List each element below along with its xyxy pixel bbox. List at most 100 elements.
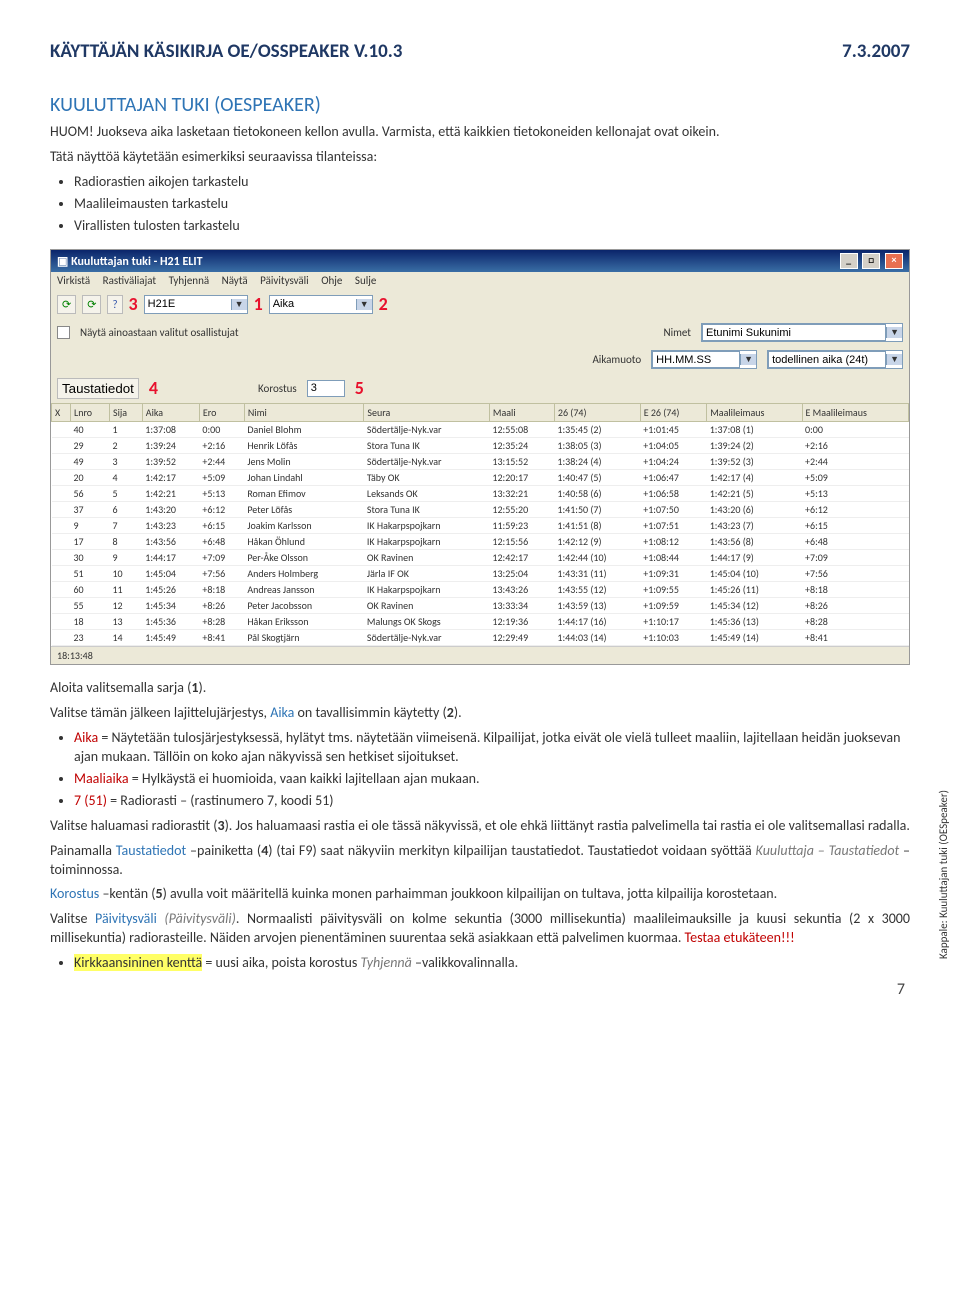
cell: OK Ravinen [364,598,490,614]
col-header[interactable]: Nimi [244,404,364,422]
menu-item[interactable]: Rastiväliajat [103,274,156,287]
table-row[interactable]: 23141:45:49+8:41Pål SkogtjärnSödertälje-… [52,630,909,646]
show-only-label: Näytä ainoastaan valitut osallistujat [80,326,239,339]
paragraph: Valitse tämän jälkeen lajittelujärjestys… [50,704,910,723]
table-row[interactable]: 55121:45:34+8:26Peter JacobssonOK Ravine… [52,598,909,614]
col-header[interactable]: 26 (74) [554,404,640,422]
cell: +6:12 [802,502,908,518]
cell: 1:39:52 (3) [707,454,802,470]
aika-input[interactable] [270,297,356,312]
cell: Johan Lindahl [244,470,364,486]
col-header[interactable]: Sija [109,404,142,422]
list-item: Virallisten tulosten tarkastelu [74,217,910,236]
menu-item[interactable]: Näytä [222,274,248,287]
chevron-down-icon[interactable]: ▼ [886,327,902,338]
table-row[interactable]: 4011:37:080:00Daniel BlohmSödertälje-Nyk… [52,422,909,438]
cell [52,614,71,630]
table-row[interactable]: 3091:44:17+7:09Per-Åke OlssonOK Ravinen1… [52,550,909,566]
help-icon[interactable]: ? [107,295,122,314]
ref-5: 5 [156,885,163,902]
toolbar-row-3: Aikamuoto ▼ ▼ [51,346,909,373]
class-combo[interactable]: ▼ [144,295,248,314]
taustatiedot-button[interactable]: Taustatiedot [57,378,139,399]
korostus-input[interactable] [307,380,345,397]
table-row[interactable]: 3761:43:20+6:12Peter LöfåsStora Tuna IK1… [52,502,909,518]
cell: 1:45:26 [142,582,199,598]
show-only-checkbox[interactable] [57,326,70,339]
paragraph: Painamalla Taustatiedot –painiketta (4) … [50,842,910,880]
aika-combo[interactable]: ▼ [269,295,373,314]
cell [52,422,71,438]
bullet-list: Aika = Näytetään tulosjärjestyksessä, hy… [74,729,910,811]
table-row[interactable]: 51101:45:04+7:56Anders HolmbergJärla IF … [52,566,909,582]
cell: +8:41 [199,630,244,646]
cell: Södertälje-Nyk.var [364,422,490,438]
toolbar-row-2: Näytä ainoastaan valitut osallistujat Ni… [51,319,909,346]
table-row[interactable]: 5651:42:21+5:13Roman EfimovLeksands OK13… [52,486,909,502]
cell: 11:59:23 [489,518,554,534]
col-header[interactable]: Maalileimaus [707,404,802,422]
nimet-combo[interactable]: ▼ [701,323,903,342]
menu-item[interactable]: Päivitysväli [260,274,309,287]
table-row[interactable]: 1781:43:56+6:48Håkan ÖhlundIK Hakarpspoj… [52,534,909,550]
refresh-icon[interactable]: ⟳ [57,295,76,314]
col-header[interactable]: E Maalileimaus [802,404,908,422]
cell: 13 [109,614,142,630]
col-header[interactable]: Lnro [70,404,109,422]
aikamuoto-opt-combo[interactable]: ▼ [767,350,903,369]
cell [52,518,71,534]
table-row[interactable]: 971:43:23+6:15Joakim KarlssonIK Hakarpsp… [52,518,909,534]
col-header[interactable]: X [52,404,71,422]
nimet-input[interactable] [702,324,886,341]
col-header[interactable]: Aika [142,404,199,422]
menu-item[interactable]: Tyhjennä [169,274,210,287]
aikamuoto-input[interactable] [652,351,740,368]
cell: 1:44:17 (16) [554,614,640,630]
cell: 1:37:08 (1) [707,422,802,438]
cell: +8:18 [802,582,908,598]
chevron-down-icon[interactable]: ▼ [231,299,247,310]
minimize-button[interactable]: _ [840,253,858,269]
menu-item[interactable]: Sulje [355,274,376,287]
cell: 1:43:23 [142,518,199,534]
cell: 1:43:23 (7) [707,518,802,534]
aikamuoto-opt[interactable] [768,351,886,368]
refresh-icon[interactable]: ⟳ [82,295,101,314]
cell: 1:37:08 [142,422,199,438]
col-header[interactable]: E 26 (74) [640,404,707,422]
cell: +5:13 [802,486,908,502]
status-time: 18:13:48 [57,649,93,662]
maximize-button[interactable]: □ [862,253,880,269]
cell: 1:45:26 (11) [707,582,802,598]
table-row[interactable]: 2041:42:17+5:09Johan LindahlTäby OK12:20… [52,470,909,486]
cell: 29 [70,438,109,454]
cell: 2 [109,438,142,454]
aikamuoto-combo[interactable]: ▼ [651,350,757,369]
cell: Håkan Öhlund [244,534,364,550]
chevron-down-icon[interactable]: ▼ [740,354,756,365]
page-number: 7 [897,980,905,999]
col-header[interactable]: Seura [364,404,490,422]
chevron-down-icon[interactable]: ▼ [356,299,372,310]
cell: +8:41 [802,630,908,646]
cell: 1:39:24 (2) [707,438,802,454]
cell: 1:41:50 (7) [554,502,640,518]
cell: +6:48 [802,534,908,550]
table-row[interactable]: 2921:39:24+2:16Henrik LöfåsStora Tuna IK… [52,438,909,454]
table-row[interactable]: 18131:45:36+8:28Håkan ErikssonMalungs OK… [52,614,909,630]
cell: 1:43:31 (11) [554,566,640,582]
close-button[interactable]: × [885,253,903,269]
col-header[interactable]: Ero [199,404,244,422]
cell: 12 [109,598,142,614]
table-row[interactable]: 4931:39:52+2:44Jens MolinSödertälje-Nyk.… [52,454,909,470]
menu-item[interactable]: Virkistä [57,274,90,287]
menu-item[interactable]: Ohje [321,274,342,287]
table-row[interactable]: 60111:45:26+8:18Andreas JanssonIK Hakarp… [52,582,909,598]
cell: 1:43:56 [142,534,199,550]
cell: +8:26 [802,598,908,614]
class-input[interactable] [145,297,231,312]
cell: Peter Jacobsson [244,598,364,614]
col-header[interactable]: Maali [489,404,554,422]
chevron-down-icon[interactable]: ▼ [886,354,902,365]
cell: Södertälje-Nyk.var [364,630,490,646]
